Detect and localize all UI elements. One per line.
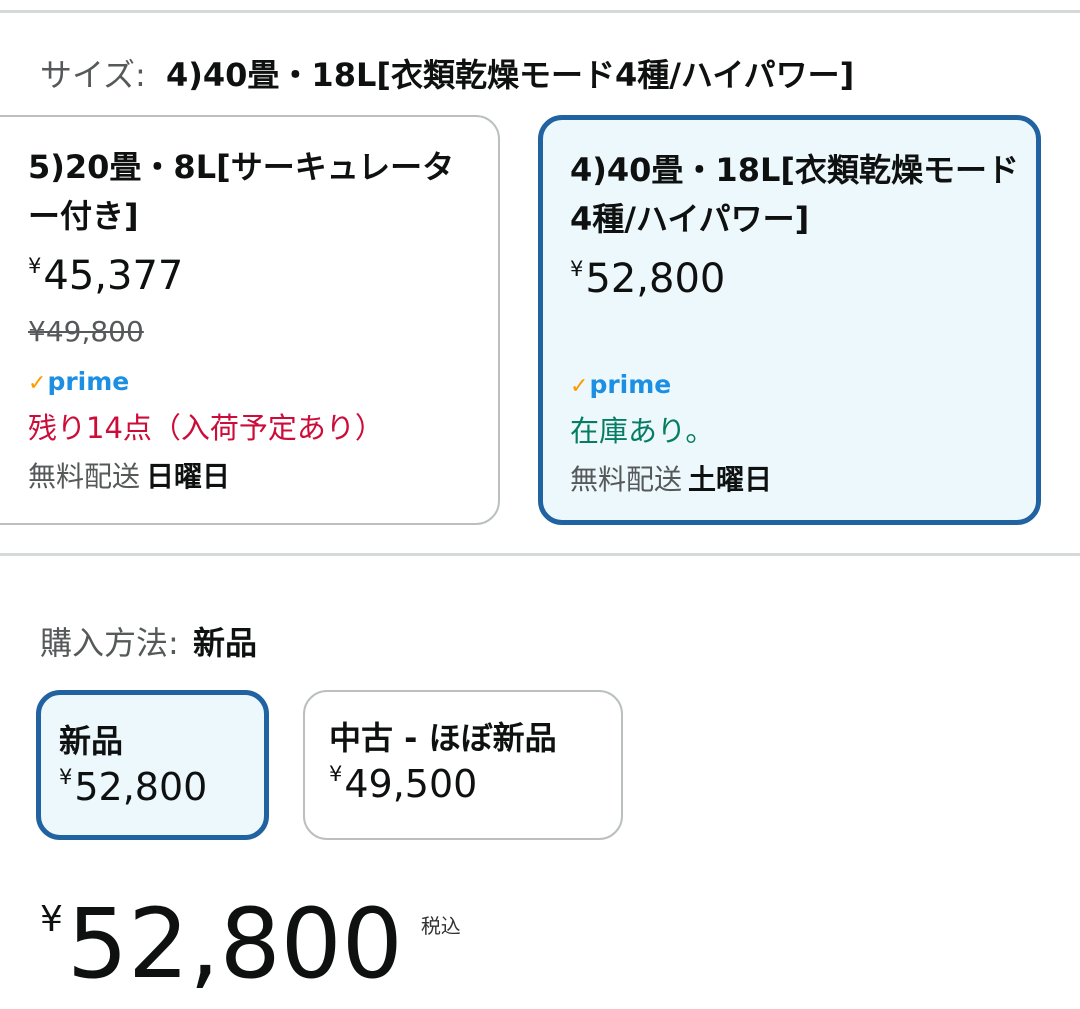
price-value: 52,800 — [585, 256, 726, 302]
size-selector-header: サイズ: 4)40畳・18L[衣類乾燥モード4種/ハイパワー] — [40, 50, 854, 96]
shipping-label: 無料配送 — [570, 463, 683, 496]
purchase-method-label: 購入方法: — [40, 624, 179, 662]
section-divider — [0, 553, 1080, 556]
size-selected-value: 4)40畳・18L[衣類乾燥モード4種/ハイパワー] — [166, 56, 855, 94]
prime-check-icon: ✓ — [570, 374, 589, 399]
delivery-day: 日曜日 — [146, 460, 231, 493]
top-divider — [0, 10, 1080, 13]
currency-symbol: ¥ — [329, 762, 343, 786]
total-price: ¥52,800 税込 — [40, 888, 461, 1000]
stock-status: 在庫あり。 — [570, 414, 715, 448]
currency-symbol: ¥ — [570, 257, 584, 281]
shipping-info: 無料配送 土曜日 — [570, 458, 772, 498]
price-value: 52,800 — [74, 765, 208, 809]
prime-check-icon: ✓ — [28, 371, 47, 396]
currency-symbol: ¥ — [59, 765, 73, 789]
size-option-title: 5)20畳・8L[サーキュレーター付き] — [28, 148, 455, 235]
size-option-40jo[interactable]: 4)40畳・18L[衣類乾燥モード4種/ハイパワー] ¥52,800 ✓prim… — [538, 115, 1041, 525]
purchase-method-header: 購入方法: 新品 — [40, 618, 257, 664]
purchase-option-price: ¥52,800 — [59, 765, 207, 809]
purchase-option-title: 中古 - ほぼ新品 — [329, 719, 557, 757]
list-price: ¥49,800 — [28, 315, 144, 348]
size-option-20jo[interactable]: 5)20畳・8L[サーキュレーター付き] ¥45,377 ¥49,800 ✓pr… — [0, 115, 500, 525]
shipping-label: 無料配送 — [28, 460, 141, 493]
stock-status: 残り14点（入荷予定あり） — [28, 411, 384, 445]
delivery-day: 土曜日 — [688, 463, 773, 496]
size-option-price: ¥45,377 — [28, 253, 183, 299]
purchase-option-price: ¥49,500 — [329, 762, 477, 806]
prime-badge: ✓prime — [28, 367, 129, 396]
tax-included-note: 税込 — [420, 914, 461, 938]
size-label: サイズ: — [40, 56, 146, 94]
price-value: 49,500 — [344, 762, 478, 806]
purchase-option-used-like-new[interactable]: 中古 - ほぼ新品 ¥49,500 — [303, 690, 623, 840]
total-price-value: 52,800 — [66, 888, 403, 1000]
size-option-price: ¥52,800 — [570, 256, 725, 302]
purchase-method-value: 新品 — [192, 624, 257, 662]
purchase-option-title: 新品 — [59, 722, 124, 760]
shipping-info: 無料配送 日曜日 — [28, 455, 230, 495]
prime-label: prime — [47, 367, 130, 396]
purchase-option-new[interactable]: 新品 ¥52,800 — [36, 690, 269, 840]
prime-label: prime — [589, 370, 672, 399]
size-option-title: 4)40畳・18L[衣類乾燥モード4種/ハイパワー] — [570, 151, 1019, 238]
prime-badge: ✓prime — [570, 370, 671, 399]
currency-symbol: ¥ — [28, 254, 42, 278]
price-value: 45,377 — [43, 253, 184, 299]
currency-symbol: ¥ — [40, 899, 63, 940]
